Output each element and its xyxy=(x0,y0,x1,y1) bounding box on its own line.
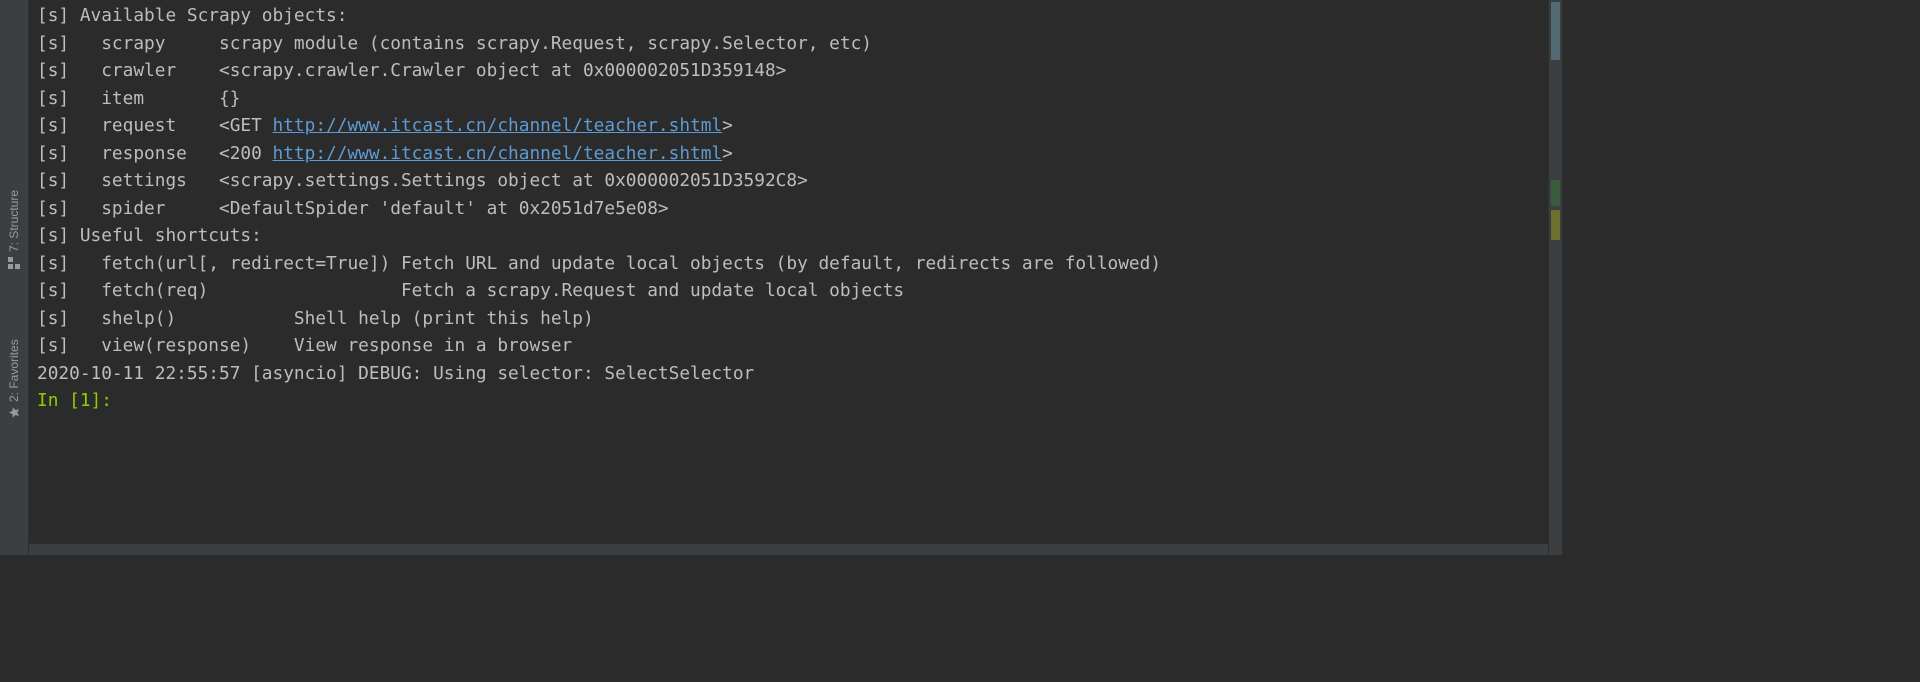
ide-root: 7: Structure 2: Favorites [s] Available … xyxy=(0,0,1562,555)
console-line: [s] crawler <scrapy.crawler.Crawler obje… xyxy=(37,57,1540,85)
console-line: [s] scrapy scrapy module (contains scrap… xyxy=(37,30,1540,58)
editor-scrollbar[interactable] xyxy=(1548,0,1562,555)
url-link[interactable]: http://www.itcast.cn/channel/teacher.sht… xyxy=(273,143,723,164)
tool-tab-structure-label: 7: Structure xyxy=(7,190,21,252)
structure-icon xyxy=(7,256,21,270)
left-tool-rail: 7: Structure 2: Favorites xyxy=(0,0,29,555)
gutter-marker[interactable] xyxy=(1551,180,1560,206)
star-icon xyxy=(7,406,21,420)
bottom-gutter xyxy=(29,543,1548,555)
console-line: [s] item {} xyxy=(37,85,1540,113)
console-line: [s] spider <DefaultSpider 'default' at 0… xyxy=(37,195,1540,223)
console-line: [s] shelp() Shell help (print this help) xyxy=(37,305,1540,333)
console-line: [s] Available Scrapy objects: xyxy=(37,2,1540,30)
console-output[interactable]: [s] Available Scrapy objects:[s] scrapy … xyxy=(29,0,1548,543)
tool-tab-favorites-label: 2: Favorites xyxy=(7,340,21,403)
console-line: [s] view(response) View response in a br… xyxy=(37,332,1540,360)
console-line: [s] settings <scrapy.settings.Settings o… xyxy=(37,167,1540,195)
console-line: [s] fetch(url[, redirect=True]) Fetch UR… xyxy=(37,250,1540,278)
console-line: 2020-10-11 22:55:57 [asyncio] DEBUG: Usi… xyxy=(37,360,1540,388)
gutter-marker[interactable] xyxy=(1551,210,1560,240)
console-panel: [s] Available Scrapy objects:[s] scrapy … xyxy=(29,0,1548,555)
console-line: [s] response <200 http://www.itcast.cn/c… xyxy=(37,140,1540,168)
url-link[interactable]: http://www.itcast.cn/channel/teacher.sht… xyxy=(273,115,723,136)
console-line: [s] fetch(req) Fetch a scrapy.Request an… xyxy=(37,277,1540,305)
gutter-marker[interactable] xyxy=(1551,2,1560,60)
console-line: [s] request <GET http://www.itcast.cn/ch… xyxy=(37,112,1540,140)
ipython-in-prompt: In [1]: xyxy=(37,390,123,411)
console-line: In [1]: xyxy=(37,387,1540,415)
tool-tab-structure[interactable]: 7: Structure xyxy=(0,170,28,290)
tool-tab-favorites[interactable]: 2: Favorites xyxy=(0,320,28,440)
console-line: [s] Useful shortcuts: xyxy=(37,222,1540,250)
